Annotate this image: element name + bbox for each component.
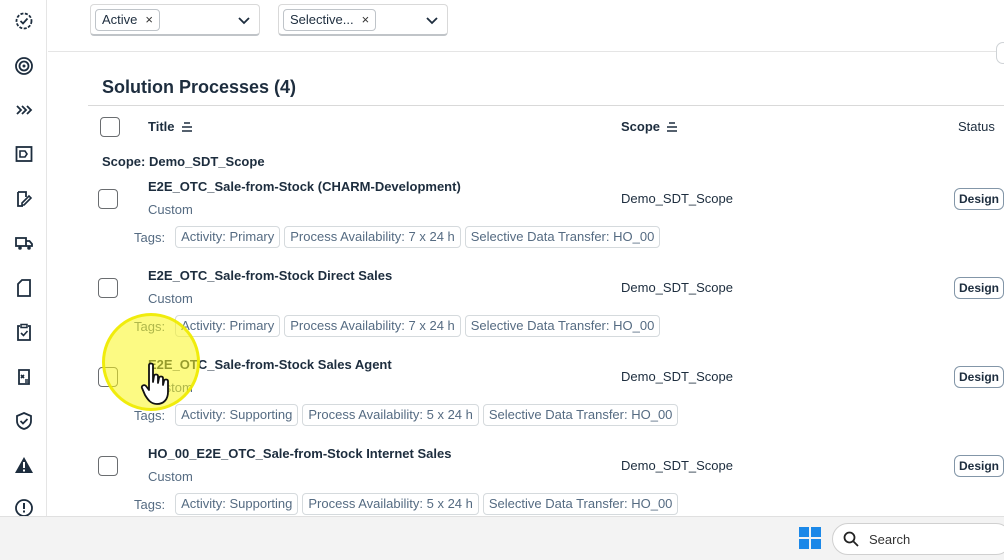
tag: Selective Data Transfer: HO_00 [482,493,679,515]
tag: Activity: Supporting [175,493,299,515]
table-row[interactable]: E2E_OTC_Sale-from-Stock Direct Sales Cus… [88,268,1004,357]
truck-icon[interactable] [12,231,36,255]
edit-doc-icon[interactable] [12,187,36,211]
select-all-checkbox[interactable] [100,117,120,137]
close-icon[interactable]: × [362,10,370,30]
tag: Activity: Supporting [175,404,299,426]
status-badge: Design [953,188,1004,210]
tag: Selective Data Transfer: HO_00 [464,315,661,337]
filter-token-label: Active [102,12,138,27]
windows-start-icon[interactable] [799,527,821,549]
target-icon[interactable] [12,54,36,78]
row-scope: Demo_SDT_Scope [621,280,733,295]
tag: Activity: Primary [175,226,281,248]
row-type: Custom [148,291,193,306]
status-badge: Design [953,455,1004,477]
table-row[interactable]: E2E_OTC_Sale-from-Stock Sales Agent Cust… [88,357,1004,446]
tag: Process Availability: 7 x 24 h [284,315,461,337]
close-icon[interactable]: × [145,10,153,30]
solution-processes-panel: Solution Processes (4) Title Scope Statu… [48,53,1004,516]
sort-icon[interactable] [181,121,193,132]
filter-token-active: Active × [95,9,160,31]
row-type: Custom [148,202,193,217]
row-scope: Demo_SDT_Scope [621,191,733,206]
filter-token-selective: Selective... × [283,9,377,31]
shield-check-icon[interactable] [12,409,36,433]
filter-bar: Active × Selective... × [48,0,1004,64]
tags-label: Tags: [134,496,166,512]
clipboard-check-icon[interactable] [12,320,36,344]
column-header-scope[interactable]: Scope [621,119,678,134]
tags-label: Tags: [134,229,166,245]
left-nav-rail [0,0,47,517]
tags-row: Tags: Activity: Supporting Process Avail… [134,404,679,426]
chevron-down-icon[interactable] [425,13,439,27]
tags-row: Tags: Activity: Primary Process Availabi… [134,226,661,248]
tag: Selective Data Transfer: HO_00 [482,404,679,426]
tags-row: Tags: Activity: Primary Process Availabi… [134,315,661,337]
table-row[interactable]: E2E_OTC_Sale-from-Stock (CHARM-Developme… [88,179,1004,268]
chevrons-right-icon[interactable] [12,98,36,122]
table-header: Title Scope Status [88,105,1004,145]
row-type: Custom [148,469,193,484]
column-scope-label: Scope [621,119,661,134]
sort-icon[interactable] [666,121,678,132]
status-badge: Design [953,277,1004,299]
group-header: Scope: Demo_SDT_Scope [102,154,265,169]
column-status-label: Status [958,119,995,134]
row-scope: Demo_SDT_Scope [621,369,733,384]
tags-row: Tags: Activity: Supporting Process Avail… [134,493,679,515]
hand-cursor-icon [140,362,169,405]
tag: Process Availability: 5 x 24 h [302,404,479,426]
column-header-status[interactable]: Status [958,119,995,134]
tag: Process Availability: 7 x 24 h [284,226,461,248]
row-checkbox[interactable] [98,278,118,298]
row-title[interactable]: HO_00_E2E_OTC_Sale-from-Stock Internet S… [148,446,451,461]
taskbar-search[interactable]: Search [832,523,1004,555]
search-icon [843,531,859,547]
tag-filter-select[interactable]: Selective... × [278,4,448,36]
row-checkbox[interactable] [98,189,118,209]
column-title-label: Title [148,119,175,134]
row-title[interactable]: E2E_OTC_Sale-from-Stock (CHARM-Developme… [148,179,461,194]
alert-icon[interactable] [12,453,36,477]
test-icon[interactable] [12,365,36,389]
page-title: Solution Processes (4) [102,77,297,97]
tag: Selective Data Transfer: HO_00 [464,226,661,248]
column-header-title[interactable]: Title [148,119,193,134]
process-icon[interactable] [12,142,36,166]
row-scope: Demo_SDT_Scope [621,458,733,473]
status-badge: Design [953,366,1004,388]
os-taskbar: Search [0,516,1004,560]
settings-check-icon[interactable] [12,9,36,33]
row-checkbox[interactable] [98,456,118,476]
tag: Process Availability: 5 x 24 h [302,493,479,515]
taskbar-search-label: Search [869,531,911,547]
document-icon[interactable] [12,276,36,300]
table-row[interactable]: HO_00_E2E_OTC_Sale-from-Stock Internet S… [88,446,1004,516]
row-title[interactable]: E2E_OTC_Sale-from-Stock Direct Sales [148,268,392,283]
status-filter-select[interactable]: Active × [90,4,260,36]
filter-token-label: Selective... [290,12,354,27]
chevron-down-icon[interactable] [237,13,251,27]
